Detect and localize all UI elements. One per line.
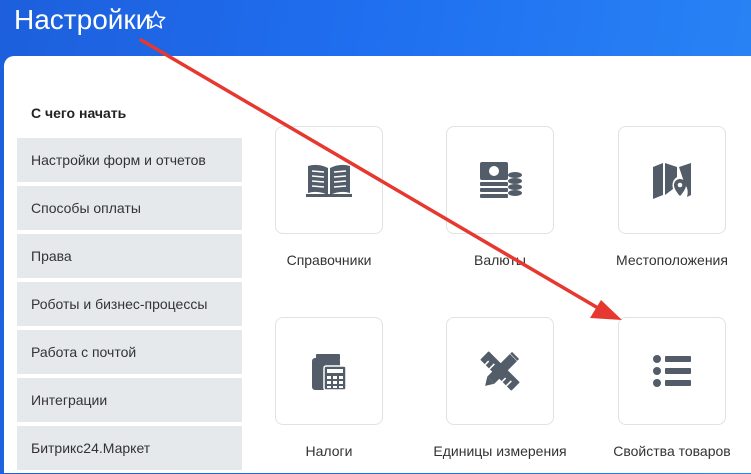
- menu-heading: С чего начать: [31, 105, 127, 121]
- map-pin-icon: [653, 163, 691, 199]
- tile-taxes-box[interactable]: [275, 317, 383, 425]
- tile-locations-box[interactable]: [618, 126, 726, 234]
- tile-units-label: Единицы измерения: [433, 443, 567, 459]
- tile-locations[interactable]: Местоположения: [602, 126, 742, 268]
- tile-directories-label: Справочники: [286, 252, 372, 268]
- page-title: Настройки: [14, 4, 152, 35]
- menu-item-market[interactable]: Битрикс24.Маркет: [17, 426, 242, 470]
- menu-item-robots-processes[interactable]: Роботы и бизнес-процессы: [17, 282, 242, 326]
- tile-currencies-label: Валюты: [474, 252, 526, 268]
- ruler-pencil-icon: [480, 351, 520, 391]
- star-icon[interactable]: [145, 9, 167, 31]
- menu-item-payment-methods[interactable]: Способы оплаты: [17, 186, 242, 230]
- list-icon: [653, 355, 691, 387]
- tile-locations-label: Местоположения: [616, 252, 728, 268]
- settings-menu: Настройки форм и отчетов Способы оплаты …: [17, 138, 242, 474]
- currency-icon: [480, 162, 522, 198]
- tile-currencies-box[interactable]: [446, 126, 554, 234]
- tile-units-box[interactable]: [446, 317, 554, 425]
- tile-product-properties[interactable]: Свойства товаров: [602, 317, 742, 459]
- book-icon: [306, 164, 352, 197]
- tile-directories-box[interactable]: [275, 126, 383, 234]
- tile-product-properties-label: Свойства товаров: [613, 443, 731, 459]
- tile-currencies[interactable]: Валюты: [430, 126, 570, 268]
- tile-taxes[interactable]: Налоги: [259, 317, 399, 459]
- tile-directories[interactable]: Справочники: [259, 126, 399, 268]
- menu-item-mail[interactable]: Работа с почтой: [17, 330, 242, 374]
- calculator-icon: [312, 354, 347, 391]
- menu-item-integrations[interactable]: Интеграции: [17, 378, 242, 422]
- tile-product-properties-box[interactable]: [618, 317, 726, 425]
- tile-units[interactable]: Единицы измерения: [430, 317, 570, 459]
- menu-item-permissions[interactable]: Права: [17, 234, 242, 278]
- tile-taxes-label: Налоги: [305, 443, 353, 459]
- header: Настройки: [0, 0, 751, 56]
- menu-item-forms-reports[interactable]: Настройки форм и отчетов: [17, 138, 242, 182]
